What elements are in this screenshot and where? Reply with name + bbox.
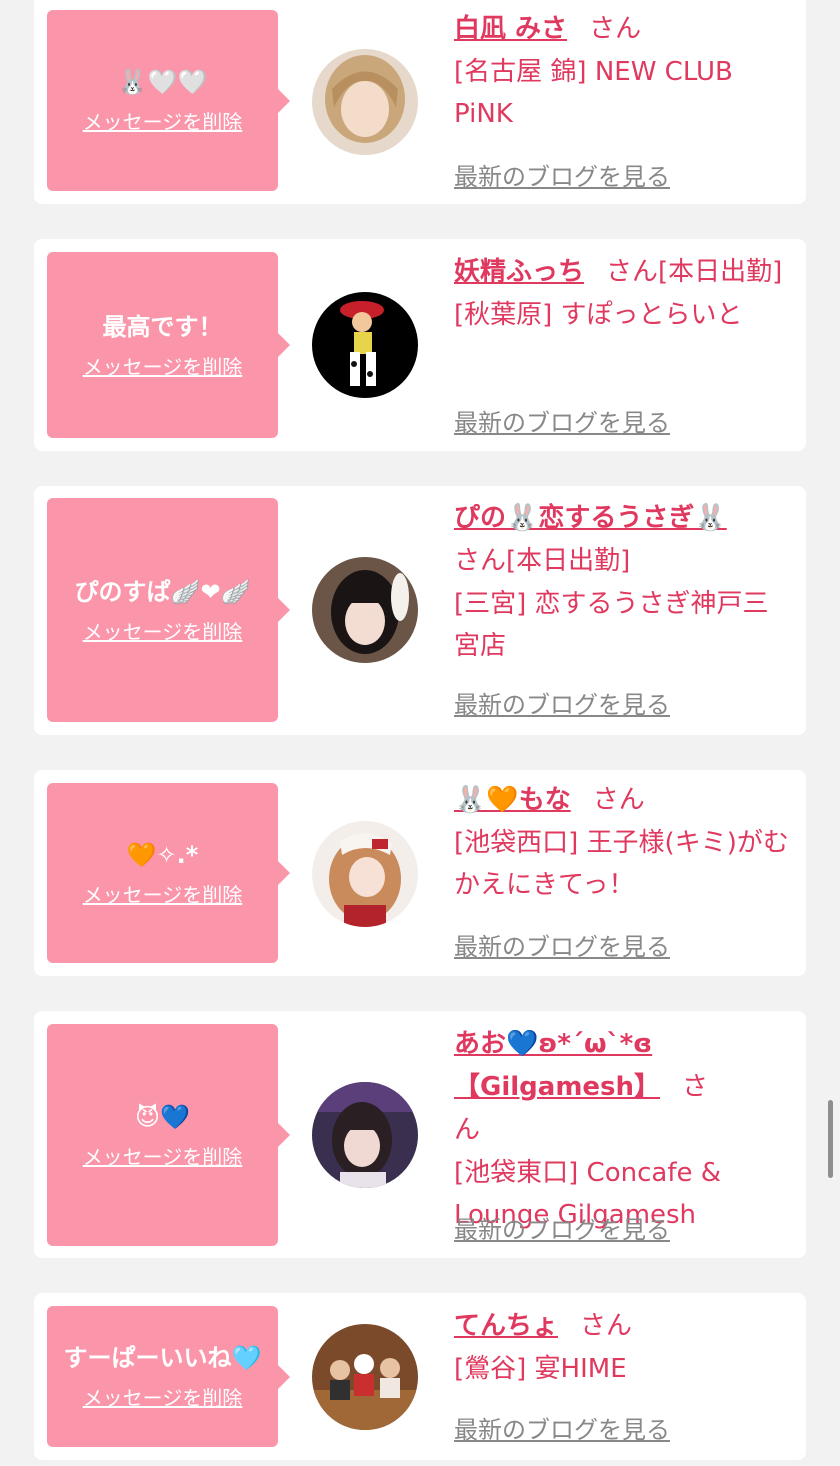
- cast-info: 妖精ふっち さん[本日出勤] [秋葉原] すぽっとらいと: [454, 251, 789, 336]
- latest-blog-link[interactable]: 最新のブログを見る: [454, 157, 670, 192]
- favorite-card: ぴのすぱ🪽❤🪽 メッセージを削除 ぴの🐰恋するうさぎ🐰 さん[本日出勤] [三宮…: [34, 486, 806, 735]
- cast-name-link[interactable]: てんちょ: [454, 1311, 558, 1341]
- avatar-photo: [312, 1082, 418, 1188]
- cast-name-link[interactable]: 妖精ふっち: [454, 257, 584, 287]
- favorite-card: 最高です！ メッセージを削除 妖精ふっち さん[本日出勤] [秋葉原] すぽっとら…: [34, 239, 806, 451]
- honorific: さん: [592, 785, 645, 815]
- delete-message-link[interactable]: メッセージを削除: [83, 879, 243, 908]
- avatar-photo: [312, 1324, 418, 1430]
- message-text: すーぱーいいね🩵: [63, 1344, 262, 1372]
- shop-name: [三宮] 恋するうさぎ神戸三宮店: [454, 589, 769, 661]
- message-text: 😈💙: [135, 1102, 190, 1131]
- cast-name-link[interactable]: ぴの🐰恋するうさぎ🐰: [454, 503, 727, 533]
- message-bubble: 🧡✧.* メッセージを削除: [47, 783, 290, 963]
- work-status: [本日出勤]: [658, 257, 783, 287]
- avatar-photo: [312, 557, 418, 663]
- delete-message-link[interactable]: メッセージを削除: [83, 106, 243, 135]
- cast-name-link[interactable]: 🐰🧡もな: [454, 785, 571, 815]
- message-bubble: すーぱーいいね🩵 メッセージを削除: [47, 1306, 290, 1447]
- favorite-card: 🧡✧.* メッセージを削除 🐰🧡もな さん [池袋西口] 王子様(キミ)がむかえに…: [34, 770, 806, 976]
- cast-name-link[interactable]: 白凪 みさ: [454, 14, 567, 44]
- delete-message-link[interactable]: メッセージを削除: [83, 1382, 243, 1411]
- favorite-card: 🐰🤍🤍 メッセージを削除 白凪 みさ さん [名古屋 錦] NEW CLUB Pi…: [34, 0, 806, 204]
- latest-blog-link[interactable]: 最新のブログを見る: [454, 685, 670, 720]
- message-text: 🐰🤍🤍: [117, 68, 208, 96]
- favorite-card: 😈💙 メッセージを削除 あお💙ʚ*ˊωˋ*ɞ 【Gilgamesh】 さん [池袋…: [34, 1011, 806, 1258]
- message-bubble: 😈💙 メッセージを削除: [47, 1024, 290, 1246]
- cast-info: 白凪 みさ さん [名古屋 錦] NEW CLUB PiNK: [454, 8, 789, 135]
- message-text: ぴのすぱ🪽❤🪽: [74, 577, 251, 606]
- message-text: 🧡✧.*: [126, 840, 199, 869]
- delete-message-link[interactable]: メッセージを削除: [83, 1141, 243, 1170]
- avatar[interactable]: [312, 292, 418, 398]
- message-bubble: 最高です！ メッセージを削除: [47, 252, 290, 438]
- cast-info: 🐰🧡もな さん [池袋西口] 王子様(キミ)がむかえにきてっ！: [454, 779, 789, 906]
- delete-message-link[interactable]: メッセージを削除: [83, 616, 243, 645]
- honorific: さん: [589, 14, 642, 44]
- delete-message-link[interactable]: メッセージを削除: [83, 351, 243, 380]
- avatar-photo: [312, 49, 418, 155]
- cast-info: ぴの🐰恋するうさぎ🐰 さん[本日出勤] [三宮] 恋するうさぎ神戸三宮店: [454, 497, 789, 667]
- avatar[interactable]: [312, 49, 418, 155]
- shop-name: [秋葉原] すぽっとらいと: [454, 300, 743, 330]
- work-status: [本日出勤]: [506, 546, 631, 576]
- message-bubble: ぴのすぱ🪽❤🪽 メッセージを削除: [47, 498, 290, 722]
- avatar-photo: [312, 821, 418, 927]
- avatar[interactable]: [312, 821, 418, 927]
- avatar-photo: [312, 292, 418, 398]
- latest-blog-link[interactable]: 最新のブログを見る: [454, 403, 670, 438]
- cast-name-link[interactable]: あお💙ʚ*ˊωˋ*ɞ 【Gilgamesh】: [454, 1029, 660, 1102]
- message-text: 最高です！: [102, 312, 223, 341]
- honorific: さん: [580, 1311, 633, 1341]
- honorific: さん: [454, 546, 507, 576]
- message-bubble: 🐰🤍🤍 メッセージを削除: [47, 10, 290, 191]
- avatar[interactable]: [312, 1324, 418, 1430]
- avatar[interactable]: [312, 557, 418, 663]
- latest-blog-link[interactable]: 最新のブログを見る: [454, 1410, 670, 1445]
- scrollbar[interactable]: [828, 1100, 833, 1178]
- honorific: さん: [606, 257, 659, 287]
- avatar[interactable]: [312, 1082, 418, 1188]
- shop-name: [鶯谷] 宴HIME: [454, 1354, 627, 1384]
- cast-info: てんちょ さん [鶯谷] 宴HIME: [454, 1305, 789, 1390]
- favorite-card: すーぱーいいね🩵 メッセージを削除 てんちょ さん [鶯谷] 宴HIME 最新のブ…: [34, 1293, 806, 1460]
- shop-name: [名古屋 錦] NEW CLUB PiNK: [454, 57, 733, 129]
- latest-blog-link[interactable]: 最新のブログを見る: [454, 927, 670, 962]
- cast-info: あお💙ʚ*ˊωˋ*ɞ 【Gilgamesh】 さん [池袋東口] Concafe …: [454, 1023, 789, 1236]
- shop-name: [池袋西口] 王子様(キミ)がむかえにきてっ！: [454, 828, 789, 900]
- latest-blog-link[interactable]: 最新のブログを見る: [454, 1210, 670, 1245]
